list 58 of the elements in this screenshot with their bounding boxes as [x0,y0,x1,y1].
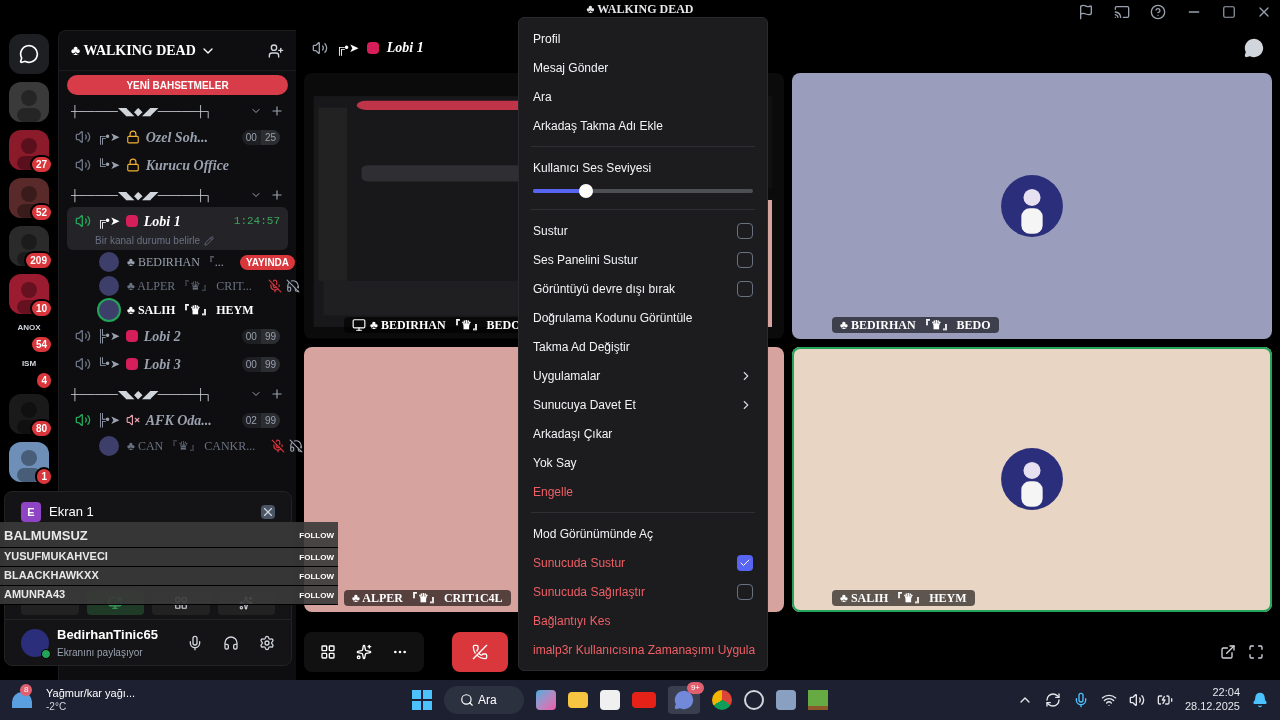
server-label: ANOX [17,322,41,334]
follower-name: AMUNRA43 [4,588,66,601]
search-label: Ara [478,692,497,709]
unread-badge: 4 [35,371,53,390]
tile-caption: ♣ BEDIRHAN 『♛』 BEDO [832,316,999,333]
menu-label: Görüntüyü devre dışı bırak [533,280,677,298]
tile-caption: ♣ SALIH 『♛』 HEYM [832,590,975,606]
follow-label: FOLLOW [299,552,335,564]
channel-name: Lobi 3 [143,355,181,374]
channel-name: Kurucu Office [145,156,230,175]
unread-badge: 10 [29,299,53,318]
unread-badge: 209 [24,251,53,270]
channel-prefix: ╔•➤ [336,39,359,57]
channel-name: AFK Oda... [145,411,212,430]
unread-badge: 80 [29,419,53,438]
follow-label: FOLLOW [299,571,335,583]
stream-title: Ekran 1 [49,503,95,522]
live-badge: YAYINDA [239,254,296,270]
user-status: Ekranını paylaşıyor [57,645,144,660]
menu-label: Sustur [533,222,569,240]
channel-prefix: ╔•➤ [97,129,120,146]
menu-label: Kullanıcı Ses Seviyesi [533,160,653,177]
channel-prefix: ╠•➤ [97,412,120,429]
channel-prefix: ╚•➤ [97,157,120,174]
unread-badge: 27 [29,155,53,174]
menu-label: Ses Panelini Sustur [533,251,639,269]
follower-name: BLAACKHAWKXX [4,569,99,582]
channel-name: Lobi 1 [386,39,424,57]
username: BedirhanTinic65 [57,626,159,645]
user-count: 00 25 [241,129,280,145]
tile-caption: ♣ ALPER 『♛』 CRIT1C4L [344,590,511,606]
channel-name: Lobi 2 [143,327,181,346]
channel-prefix: ╔•➤ [97,213,120,230]
follower-name: BALMUMSUZ [4,528,88,543]
menu-label: Sunucuda Sustur [533,554,627,572]
channel-timer: 1:24:57 [233,213,280,229]
user-count: 00 99 [241,328,280,344]
unread-badge: 54 [29,335,53,354]
channel-prefix: ╠•➤ [97,328,120,345]
temperature: -2°C [46,700,68,714]
notification-badge: 9+ [686,682,704,694]
follower-name: YUSUFMUKAHVECI [4,550,108,563]
menu-label: Uygulamalar [533,367,602,385]
unread-badge: 1 [35,467,53,486]
follow-label: FOLLOW [299,590,335,602]
channel-name: Ozel Soh... [145,128,208,147]
channel-name: Lobi 1 [143,212,181,231]
menu-label: Sunucuya Davet Et [533,396,637,414]
user-count: 02 99 [241,412,280,428]
menu-label: Sunucuda Sağırlaştır [533,583,647,601]
follow-label: FOLLOW [299,530,335,542]
server-label: ISM [21,358,37,370]
user-count: 00 99 [241,356,280,372]
stream-avatar: E [21,502,41,522]
unread-badge: 52 [29,203,53,222]
server-title: ♣ WALKING DEAD [586,3,694,16]
notification-badge: 8 [20,684,33,696]
channel-prefix: ╚•➤ [97,356,120,373]
